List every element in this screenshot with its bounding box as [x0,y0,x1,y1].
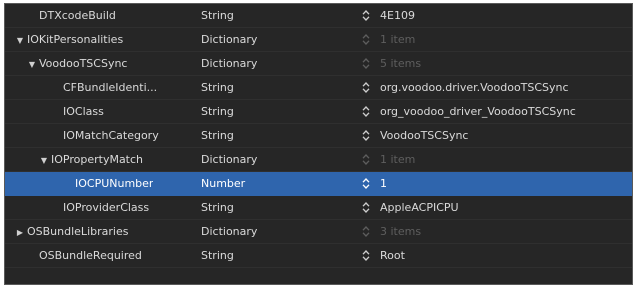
plist-row-iopropertymatch[interactable]: ▼ IOPropertyMatch Dictionary 1 item [5,148,632,172]
value-label[interactable]: 1 [380,172,630,195]
key-label[interactable]: IOMatchCategory [63,124,159,147]
key-label[interactable]: OSBundleLibraries [27,220,128,243]
type-label[interactable]: Dictionary [201,28,351,51]
up-down-stepper-icon[interactable] [362,100,372,123]
key-label[interactable]: DTXcodeBuild [39,4,116,27]
key-label[interactable]: IOPropertyMatch [51,148,143,171]
key-cell: ▶ OSBundleLibraries [5,220,197,243]
key-label[interactable]: IOProviderClass [63,196,149,219]
up-down-stepper-icon[interactable] [362,124,372,147]
plist-editor: DTXcodeBuild String 4E109 ▼ IOKitPersonaliti… [4,3,633,285]
disclosure-triangle-expanded-icon[interactable]: ▼ [15,29,25,51]
type-label[interactable]: Number [201,172,351,195]
key-cell: IOProviderClass [5,196,197,219]
value-label[interactable]: Root [380,244,630,267]
type-label[interactable]: String [201,244,351,267]
up-down-stepper-icon[interactable] [362,220,372,243]
key-label[interactable]: CFBundleIdenti... [63,76,157,99]
key-cell: IOClass [5,100,197,123]
up-down-stepper-icon[interactable] [362,244,372,267]
plist-row-iokitpersonalities[interactable]: ▼ IOKitPersonalities Dictionary 1 item [5,28,632,52]
type-label[interactable]: String [201,100,351,123]
plist-row-dtxcodebuild[interactable]: DTXcodeBuild String 4E109 [5,4,632,28]
value-label[interactable]: 4E109 [380,4,630,27]
key-label[interactable]: IOClass [63,100,104,123]
plist-row-osbundlelibraries[interactable]: ▶ OSBundleLibraries Dictionary 3 items [5,220,632,244]
plist-row-ioclass[interactable]: IOClass String org_voodoo_driver_VoodooTSC… [5,100,632,124]
type-label[interactable]: Dictionary [201,148,351,171]
key-label[interactable]: IOKitPersonalities [27,28,123,51]
key-label[interactable]: OSBundleRequired [39,244,142,267]
key-label[interactable]: VoodooTSCSync [39,52,127,75]
plist-row-voodootscsync[interactable]: ▼ VoodooTSCSync Dictionary 5 items [5,52,632,76]
plist-row-osbundlerequired[interactable]: OSBundleRequired String Root [5,244,632,268]
value-label[interactable]: 5 items [380,52,630,75]
value-label[interactable]: VoodooTSCSync [380,124,630,147]
up-down-stepper-icon[interactable] [362,28,372,51]
disclosure-triangle-expanded-icon[interactable]: ▼ [39,149,49,171]
up-down-stepper-icon[interactable] [362,196,372,219]
key-cell: IOMatchCategory [5,124,197,147]
disclosure-triangle-expanded-icon[interactable]: ▼ [27,53,37,75]
disclosure-triangle-collapsed-icon[interactable]: ▶ [15,221,25,243]
key-cell: ▼ IOPropertyMatch [5,148,197,171]
type-label[interactable]: String [201,196,351,219]
type-label[interactable]: Dictionary [201,220,351,243]
plist-row-ioproviderclass[interactable]: IOProviderClass String AppleACPICPU [5,196,632,220]
value-label[interactable]: AppleACPICPU [380,196,630,219]
plist-row-iomatchcategory[interactable]: IOMatchCategory String VoodooTSCSync [5,124,632,148]
value-label[interactable]: org_voodoo_driver_VoodooTSCSync [380,100,630,123]
key-cell: DTXcodeBuild [5,4,197,27]
key-cell: IOCPUNumber [5,172,197,195]
type-label[interactable]: String [201,4,351,27]
up-down-stepper-icon[interactable] [362,76,372,99]
key-cell: ▼ VoodooTSCSync [5,52,197,75]
key-cell: CFBundleIdenti... [5,76,197,99]
type-label[interactable]: String [201,76,351,99]
up-down-stepper-icon[interactable] [362,4,372,27]
value-label[interactable]: org.voodoo.driver.VoodooTSCSync [380,76,630,99]
key-cell: OSBundleRequired [5,244,197,267]
plist-row-iocpunumber[interactable]: IOCPUNumber Number 1 [5,172,632,196]
key-label[interactable]: IOCPUNumber [75,172,153,195]
value-label[interactable]: 3 items [380,220,630,243]
up-down-stepper-icon[interactable] [362,172,372,195]
type-label[interactable]: Dictionary [201,52,351,75]
key-cell: ▼ IOKitPersonalities [5,28,197,51]
value-label[interactable]: 1 item [380,28,630,51]
up-down-stepper-icon[interactable] [362,148,372,171]
plist-row-cfbundleidenti[interactable]: CFBundleIdenti... String org.voodoo.driver… [5,76,632,100]
value-label[interactable]: 1 item [380,148,630,171]
type-label[interactable]: String [201,124,351,147]
up-down-stepper-icon[interactable] [362,52,372,75]
plist-rows: DTXcodeBuild String 4E109 ▼ IOKitPersonaliti… [5,4,632,268]
